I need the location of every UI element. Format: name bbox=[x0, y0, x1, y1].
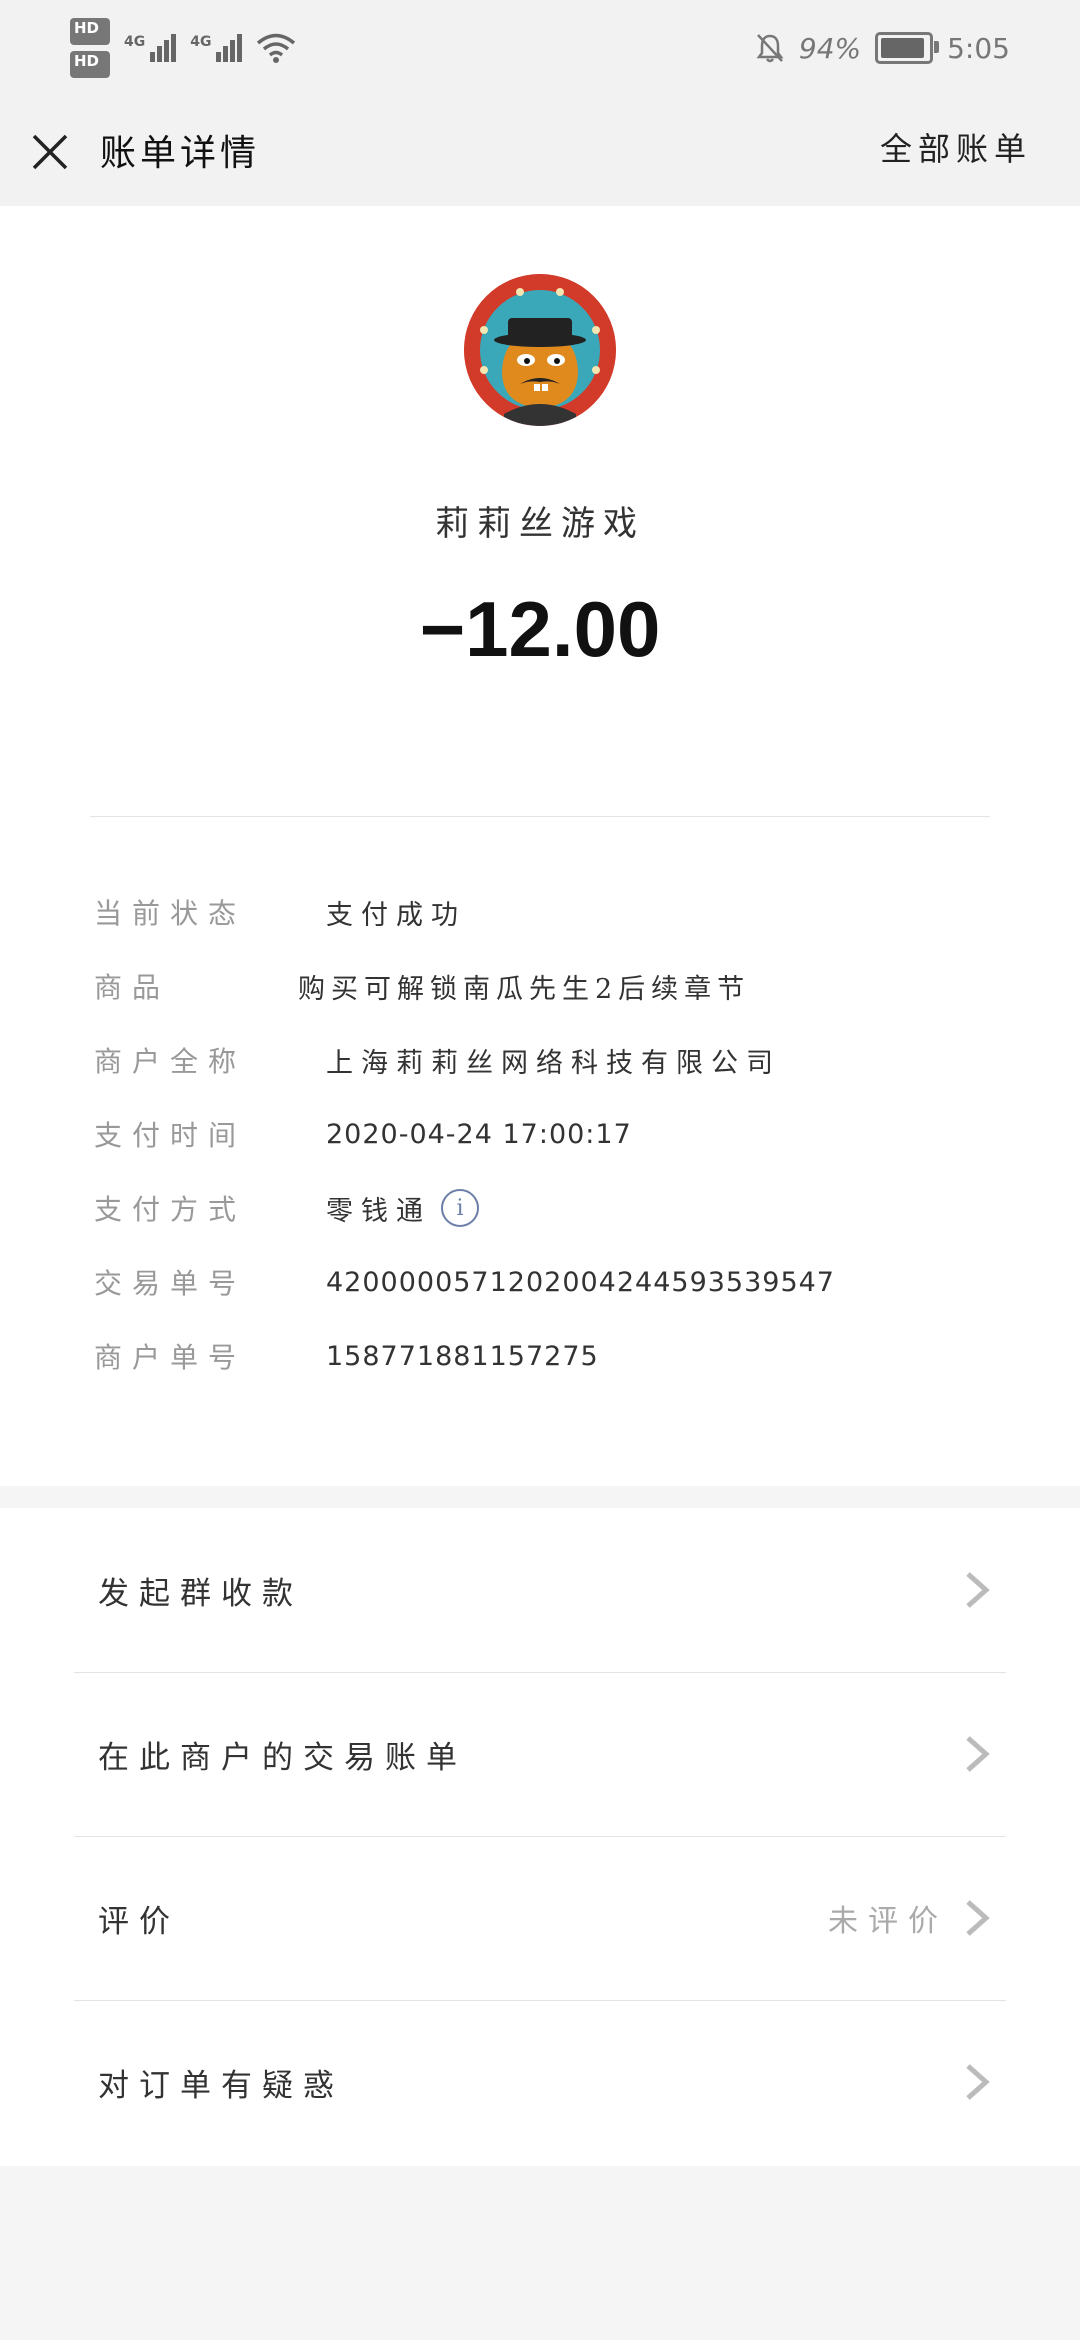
chevron-right-icon bbox=[966, 2064, 990, 2100]
detail-label: 商户单号 bbox=[94, 1341, 247, 1374]
detail-value: 上海莉莉丝网络科技有限公司 bbox=[326, 1047, 781, 1079]
divider bbox=[90, 816, 990, 817]
chevron-right-icon bbox=[966, 1736, 990, 1772]
close-button[interactable] bbox=[22, 124, 78, 180]
wifi-icon bbox=[257, 33, 296, 63]
battery-icon bbox=[875, 32, 940, 64]
detail-row-transaction-id: 交易单号 4200000571202004244593539547 bbox=[94, 1252, 990, 1312]
hd2-badge: HD2 bbox=[70, 51, 110, 78]
navigation-bar: 账单详情 全部账单 bbox=[0, 96, 1080, 206]
detail-label: 当前状态 bbox=[94, 897, 247, 930]
pumpkin-mascot-icon bbox=[464, 274, 616, 426]
detail-value: 158771881157275 bbox=[326, 1340, 599, 1372]
review-status: 未评价 bbox=[828, 1904, 948, 1939]
detail-row-merchant-order-id: 商户单号 158771881157275 bbox=[94, 1326, 990, 1386]
detail-value: 零钱通 bbox=[326, 1195, 431, 1227]
actions-list: 发起群收款 在此商户的交易账单 评价 未评价 对订单有疑惑 bbox=[0, 1508, 1080, 2166]
detail-row-status: 当前状态 支付成功 bbox=[94, 882, 990, 942]
close-icon bbox=[32, 134, 68, 170]
action-label: 对订单有疑惑 bbox=[98, 2067, 344, 2104]
action-merchant-bills[interactable]: 在此商户的交易账单 bbox=[74, 1672, 1006, 1837]
amount: −12.00 bbox=[419, 585, 661, 673]
detail-label: 商户全称 bbox=[94, 1045, 247, 1078]
action-group-collect[interactable]: 发起群收款 bbox=[74, 1508, 1006, 1673]
status-right: 94% 5:05 bbox=[755, 20, 1010, 76]
detail-label: 商品 bbox=[94, 971, 171, 1004]
action-review[interactable]: 评价 未评价 bbox=[74, 1836, 1006, 2001]
detail-value: 购买可解锁南瓜先生2后续章节 bbox=[298, 973, 751, 1005]
page-title: 账单详情 bbox=[100, 133, 261, 174]
signal-icon: 4G bbox=[124, 34, 177, 62]
bill-card: 莉莉丝游戏 −12.00 当前状态 支付成功 商品 购买可解锁南瓜先生2后续章节… bbox=[0, 206, 1080, 1486]
detail-row-product: 商品 购买可解锁南瓜先生2后续章节 bbox=[94, 956, 990, 1016]
hd-indicators: HD1 HD2 bbox=[70, 18, 110, 78]
action-label: 评价 bbox=[98, 1903, 180, 1940]
detail-row-merchant: 商户全称 上海莉莉丝网络科技有限公司 bbox=[94, 1030, 990, 1090]
bell-muted-icon bbox=[756, 34, 784, 63]
status-bar: HD1 HD2 4G 4G 94% 5:05 bbox=[0, 0, 1080, 96]
hd1-badge: HD1 bbox=[70, 18, 110, 45]
detail-label: 支付方式 bbox=[94, 1193, 247, 1226]
action-label: 发起群收款 bbox=[98, 1575, 303, 1612]
detail-value: 支付成功 bbox=[326, 899, 466, 931]
all-bills-link[interactable]: 全部账单 bbox=[880, 124, 1032, 170]
action-label: 在此商户的交易账单 bbox=[98, 1739, 467, 1776]
detail-value: 2020-04-24 17:00:17 bbox=[326, 1118, 632, 1150]
clock: 5:05 bbox=[947, 31, 1010, 65]
detail-value: 4200000571202004244593539547 bbox=[326, 1266, 835, 1298]
info-icon[interactable]: i bbox=[441, 1189, 479, 1227]
detail-label: 支付时间 bbox=[94, 1119, 247, 1152]
detail-row-pay-time: 支付时间 2020-04-24 17:00:17 bbox=[94, 1104, 990, 1164]
battery-percent: 94% bbox=[798, 31, 862, 65]
status-left: HD1 HD2 4G 4G bbox=[70, 16, 296, 80]
chevron-right-icon bbox=[966, 1572, 990, 1608]
merchant-avatar bbox=[464, 274, 616, 426]
detail-label: 交易单号 bbox=[94, 1267, 247, 1300]
signal-icon-2: 4G bbox=[190, 34, 243, 62]
merchant-name: 莉莉丝游戏 bbox=[435, 504, 645, 544]
chevron-right-icon bbox=[966, 1900, 990, 1936]
action-order-question[interactable]: 对订单有疑惑 bbox=[74, 2000, 1006, 2164]
detail-row-pay-method: 支付方式 零钱通 i bbox=[94, 1178, 990, 1238]
